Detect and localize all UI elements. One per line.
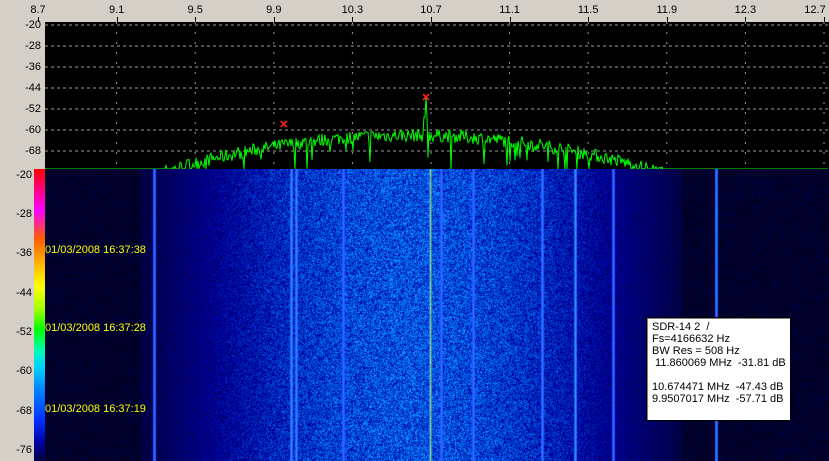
freq-tick-label: 12.3	[734, 4, 757, 16]
freq-tick-label: 11.1	[499, 4, 520, 16]
marker-info-box: SDR-14 2 / Fs=4166632 Hz BW Res = 508 Hz…	[646, 317, 791, 421]
info-sample-rate: Fs=4166632 Hz	[652, 333, 730, 345]
info-bw-res: BW Res = 508 Hz	[652, 345, 740, 357]
db-tick-label: -52	[25, 103, 41, 115]
freq-tick-label: 9.9	[266, 4, 282, 16]
info-marker-2: 9.9507017 MHz -57.71 dB	[652, 393, 784, 405]
timestamp-label: 01/03/2008 16:37:38	[45, 244, 146, 256]
waterfall-colorbar	[34, 169, 45, 461]
waterfall-db-label: -52	[16, 326, 32, 338]
waterfall-db-label: -28	[16, 208, 32, 220]
timestamp-label: 01/03/2008 16:37:19	[45, 403, 146, 415]
info-device: SDR-14 2 /	[652, 321, 710, 333]
spectrum-svg	[37, 22, 829, 171]
peak-marker[interactable]	[280, 120, 288, 128]
waterfall-db-label: -44	[16, 287, 32, 299]
freq-tick-label: 10.7	[420, 4, 442, 16]
db-tick-label: -68	[25, 145, 41, 157]
frequency-axis: 8.7 9.1 9.5 9.9 10.3 10.7 11.1 11.5 11.9 12.3 12.7	[0, 0, 829, 22]
spectrum-db-axis: -20 -28 -36 -44 -52 -60 -68	[0, 19, 45, 169]
freq-tick-label: 11.9	[656, 4, 678, 16]
freq-tick-label: 9.1	[108, 4, 125, 16]
db-tick-label: -36	[25, 61, 41, 73]
spectrum-trace	[45, 96, 828, 171]
info-marker-1: 10.674471 MHz -47.43 dB	[652, 381, 784, 393]
waterfall-db-label: -60	[16, 365, 32, 377]
waterfall-db-label: -20	[16, 169, 32, 181]
db-tick-label: -28	[25, 40, 41, 52]
freq-tick-label: 12.7	[804, 4, 826, 16]
timestamp-label: 01/03/2008 16:37:28	[45, 322, 146, 334]
info-marker-cursor: 11.860069 MHz -31.81 dB	[652, 357, 786, 369]
freq-tick-label: 9.5	[187, 4, 203, 16]
db-tick-label: -44	[25, 82, 41, 94]
waterfall-db-label: -36	[16, 247, 32, 259]
db-tick-label: -60	[25, 124, 41, 136]
waterfall-db-label: -68	[16, 405, 32, 417]
spectrum-plot[interactable]	[37, 22, 829, 171]
freq-tick-label: 8.7	[30, 4, 46, 16]
db-tick-label: -20	[25, 19, 41, 31]
freq-tick-label: 11.5	[577, 4, 599, 16]
freq-tick-label: 10.3	[341, 4, 364, 16]
waterfall-db-label: -76	[16, 444, 32, 456]
